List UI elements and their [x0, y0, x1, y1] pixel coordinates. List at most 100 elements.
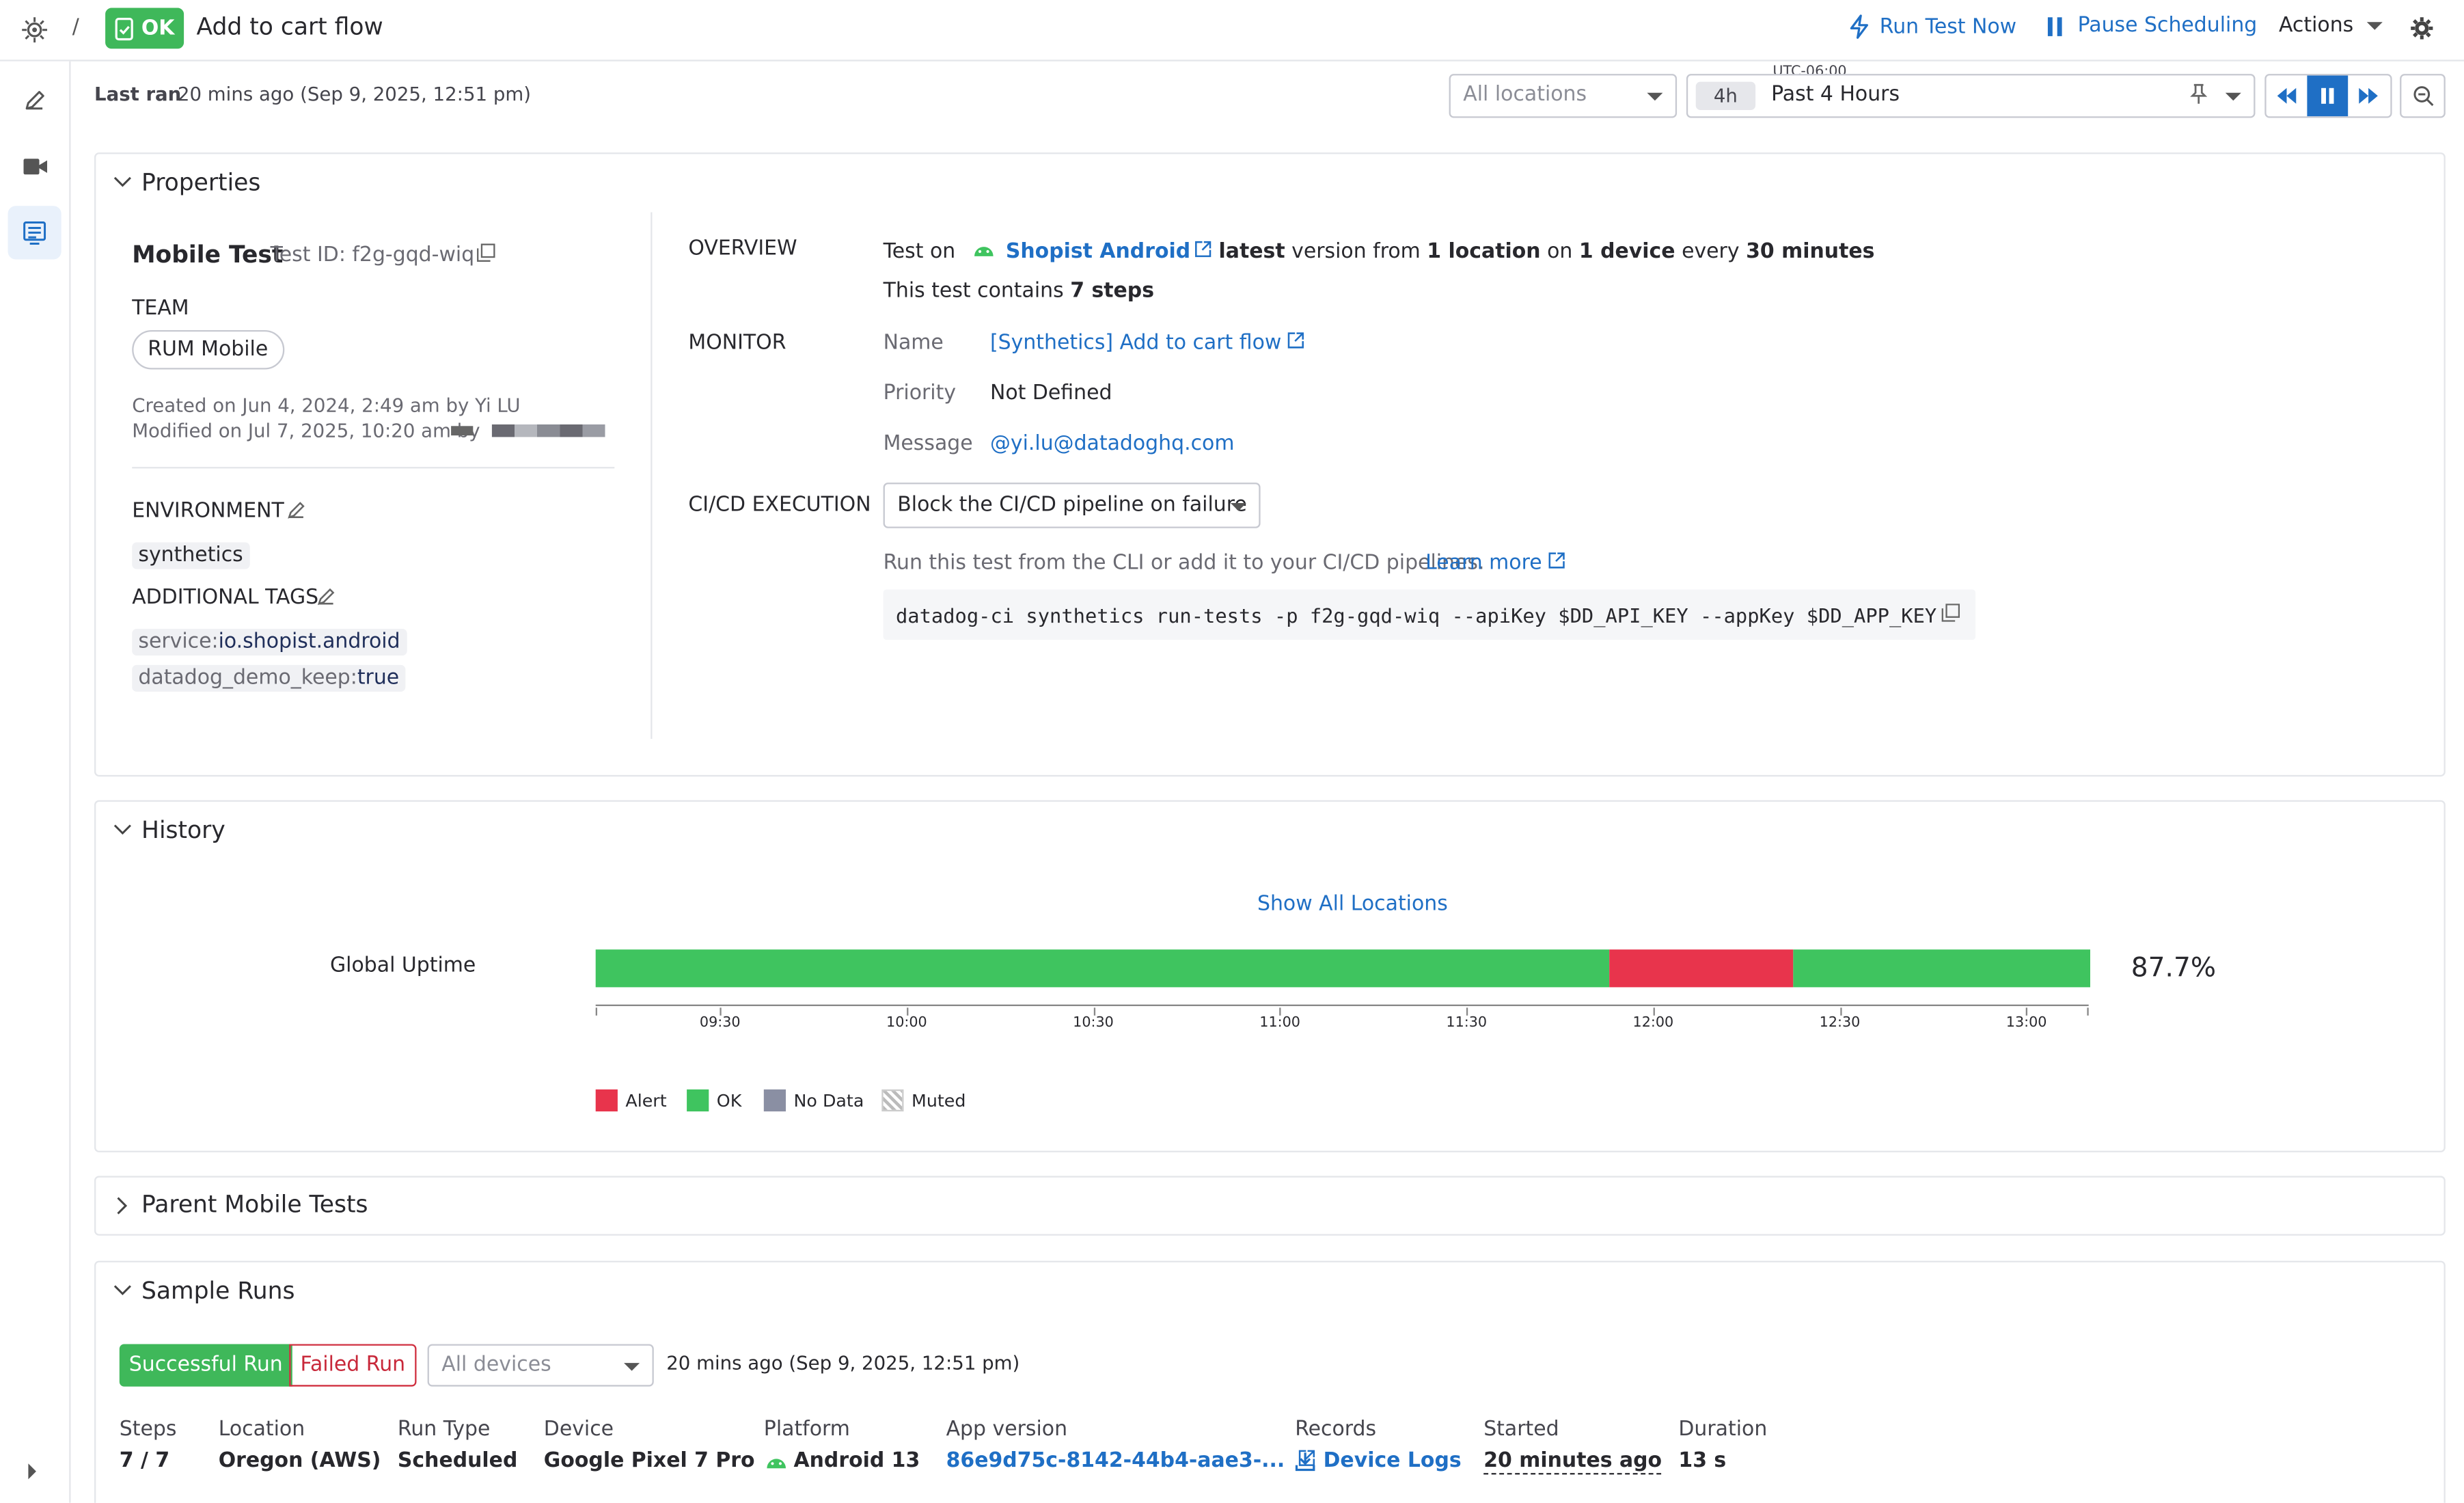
legend-muted: Muted	[881, 1089, 966, 1112]
axis-tick	[1653, 1007, 1655, 1016]
monitor-name-link[interactable]: [Synthetics] Add to cart flow	[990, 331, 1305, 355]
cli-command[interactable]: datadog-ci synthetics run-tests -p f2g-g…	[896, 604, 1936, 627]
monitor-message-value[interactable]: @yi.lu@datadoghq.com	[990, 433, 1234, 457]
modified-info: Modified on Jul 7, 2025, 10:20 am by	[132, 420, 480, 442]
learn-more-link[interactable]: Learn more	[1425, 552, 1565, 576]
edit-tags-icon[interactable]	[316, 586, 336, 613]
axis-tick	[1839, 1007, 1842, 1016]
pause-icon	[2321, 87, 2334, 104]
monitor-label: MONITOR	[688, 331, 786, 355]
chevron-right-icon[interactable]	[115, 1196, 131, 1215]
external-link-icon[interactable]	[1195, 241, 1212, 265]
alert-swatch	[595, 1089, 618, 1112]
failed-run-tab[interactable]: Failed Run	[289, 1344, 417, 1387]
chevron-down-icon	[2225, 92, 2241, 101]
col-records-header: Records	[1295, 1418, 1377, 1442]
devices-select[interactable]: All devices	[427, 1344, 654, 1387]
uptime-percentage: 87.7%	[2131, 952, 2217, 984]
pause-scheduling-button[interactable]: Pause Scheduling	[2047, 14, 2257, 38]
app-link[interactable]: Shopist Android	[1006, 241, 1190, 265]
parent-tests-panel[interactable]: Parent Mobile Tests	[94, 1176, 2446, 1236]
show-all-locations-link[interactable]: Show All Locations	[1257, 893, 1448, 917]
cli-command-box: datadog-ci synthetics run-tests -p f2g-g…	[883, 589, 1976, 640]
tag-demo-keep[interactable]: datadog_demo_keep:true	[132, 664, 406, 692]
chevron-down-icon[interactable]	[113, 174, 133, 190]
run-test-now-button[interactable]: Run Test Now	[1848, 14, 2016, 40]
col-records-value[interactable]: Device Logs	[1295, 1450, 1462, 1473]
sample-runs-title[interactable]: Sample Runs	[141, 1277, 295, 1305]
axis-start-tick	[595, 1007, 597, 1016]
test-id: Test ID: f2g-gqd-wiq	[270, 243, 475, 268]
zoom-out-button[interactable]	[2400, 74, 2446, 118]
legend-alert: Alert	[595, 1089, 667, 1112]
axis-tick	[1466, 1007, 1468, 1016]
col-started-header: Started	[1483, 1418, 1559, 1442]
col-device-value: Google Pixel 7 Pro	[543, 1449, 755, 1474]
last-ran-value: 20 mins ago (Sep 9, 2025, 12:51 pm)	[177, 83, 532, 106]
col-location-header: Location	[218, 1418, 305, 1442]
col-duration-value: 13 s	[1678, 1449, 1727, 1474]
successful-run-tab[interactable]: Successful Run	[119, 1344, 292, 1387]
team-chip[interactable]: RUM Mobile	[132, 330, 284, 370]
uptime-bar[interactable]	[595, 949, 2090, 988]
pause-live-button[interactable]	[2307, 75, 2349, 117]
locations-select[interactable]: All locations	[1449, 74, 1678, 118]
rewind-button[interactable]	[2267, 75, 2308, 116]
chevron-down-icon[interactable]	[113, 1283, 133, 1299]
overview-steps: This test contains 7 steps	[883, 280, 1155, 303]
overview-label: OVERVIEW	[688, 237, 797, 261]
col-run-type-header: Run Type	[397, 1418, 491, 1442]
edit-environment-icon[interactable]	[286, 500, 307, 526]
parent-tests-title[interactable]: Parent Mobile Tests	[141, 1190, 368, 1218]
expand-nav-icon[interactable]	[28, 1463, 36, 1480]
axis-end-tick	[2087, 1007, 2089, 1016]
fast-forward-button[interactable]	[2348, 75, 2389, 116]
ok-swatch	[687, 1089, 709, 1112]
cicd-label: CI/CD EXECUTION	[688, 493, 871, 517]
legend-no-data: No Data	[763, 1089, 864, 1112]
copy-icon[interactable]	[476, 243, 495, 269]
uptime-segment-ok[interactable]	[1792, 949, 2090, 988]
created-info: Created on Jun 4, 2024, 2:49 am by Yi LU	[132, 394, 521, 417]
datadog-logo-icon[interactable]	[20, 16, 49, 51]
axis-tick-label: 12:30	[1819, 1015, 1861, 1031]
time-badge: 4h	[1695, 81, 1756, 110]
chevron-down-icon	[2366, 22, 2382, 30]
uptime-segment-alert[interactable]	[1609, 949, 1793, 988]
gear-icon[interactable]	[2409, 16, 2435, 47]
axis-tick	[906, 1007, 909, 1016]
cicd-select[interactable]: Block the CI/CD pipeline on failure	[883, 483, 1261, 528]
uptime-segment-ok[interactable]	[595, 949, 1609, 988]
actions-menu[interactable]: Actions	[2279, 14, 2382, 38]
edit-nav-button[interactable]	[8, 74, 61, 127]
rewind-icon	[2277, 87, 2297, 104]
test-details-nav-button[interactable]	[8, 206, 61, 260]
col-started-value[interactable]: 20 minutes ago	[1483, 1450, 1662, 1475]
col-location-value: Oregon (AWS)	[218, 1449, 381, 1474]
pin-icon[interactable]	[2189, 83, 2208, 111]
axis-tick	[1280, 1007, 1282, 1016]
time-range-picker[interactable]: 4h Past 4 Hours	[1686, 74, 2256, 118]
axis-tick-label: 11:30	[1446, 1015, 1488, 1031]
divider	[132, 467, 615, 469]
tag-service[interactable]: service:io.shopist.android	[132, 629, 407, 656]
chevron-down-icon[interactable]	[113, 822, 133, 838]
top-bar: / OK Add to cart flow Run Test Now Pause…	[0, 0, 2464, 62]
android-icon	[971, 241, 996, 265]
external-link-icon	[1548, 552, 1565, 576]
no-data-swatch	[763, 1089, 786, 1112]
run-time: 20 mins ago (Sep 9, 2025, 12:51 pm)	[666, 1352, 1020, 1375]
copy-icon[interactable]	[1941, 604, 1960, 629]
uptime-row-label: Global Uptime	[330, 954, 476, 978]
environment-tag[interactable]: synthetics	[132, 542, 249, 569]
redacted-name	[491, 424, 605, 437]
col-app-version-value[interactable]: 86e9d75c-8142-44b4-aae3-...	[946, 1450, 1317, 1473]
properties-title[interactable]: Properties	[141, 168, 260, 196]
history-title[interactable]: History	[141, 816, 225, 844]
external-link-icon	[1288, 331, 1305, 355]
zoom-out-icon	[2413, 86, 2433, 107]
axis-tick	[1093, 1007, 1095, 1016]
redacted-avatar	[451, 426, 474, 436]
axis-tick-label: 13:00	[2006, 1015, 2047, 1031]
recordings-nav-button[interactable]	[8, 140, 61, 193]
